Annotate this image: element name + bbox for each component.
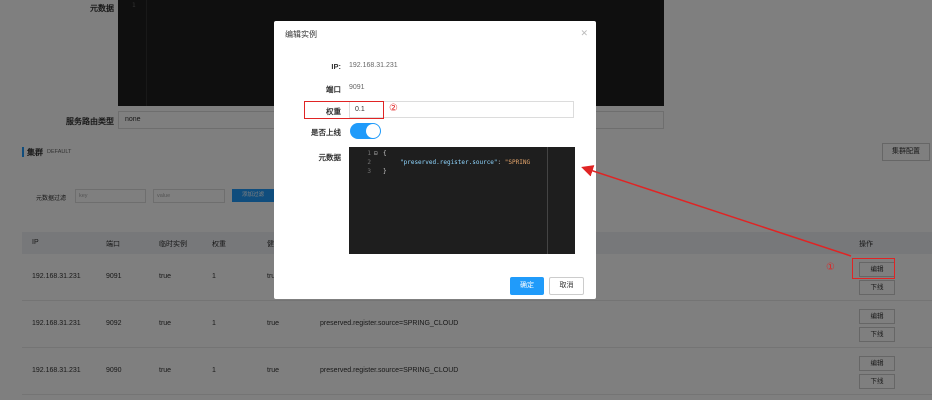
annotation-arrow <box>581 165 852 257</box>
